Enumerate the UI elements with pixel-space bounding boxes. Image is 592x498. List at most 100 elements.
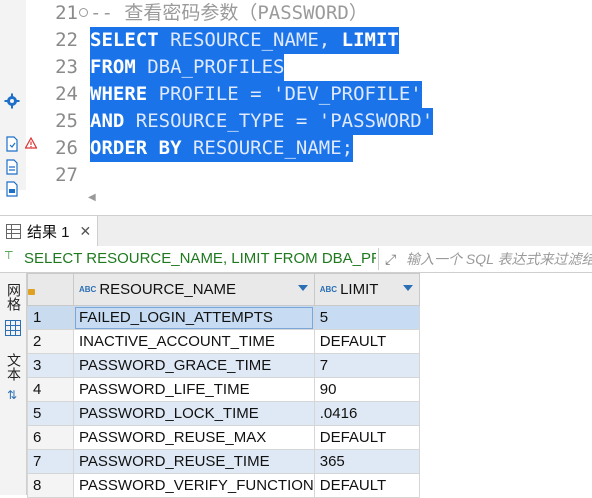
warning-icon	[25, 137, 37, 149]
sql-token: RESOURCE_TYPE = 'PASSWORD'	[124, 110, 434, 132]
table-row[interactable]: 7 PASSWORD_REUSE_TIME 365	[27, 449, 420, 474]
sql-keyword: LIMIT	[341, 29, 399, 51]
cell-limit[interactable]: 365	[313, 449, 420, 474]
editor-line[interactable]: 24 WHERE PROFILE = 'DEV_PROFILE'	[40, 81, 592, 108]
row-number[interactable]: 8	[27, 473, 74, 498]
sort-arrow-icon[interactable]	[297, 285, 308, 291]
code-text: FROM DBA_PROFILES	[90, 54, 285, 81]
filter-bar: ⊤ SELECT RESOURCE_NAME, LIMIT FROM DBA_P…	[0, 246, 592, 273]
scroll-left-arrow-icon[interactable]: ◀	[88, 192, 98, 203]
cell-limit[interactable]: DEFAULT	[313, 425, 420, 450]
sql-keyword: AND	[90, 110, 125, 132]
filter-input[interactable]: 输入一个 SQL 表达式来过滤结果	[406, 248, 592, 270]
row-number[interactable]: 2	[27, 329, 74, 354]
tab-label: 结果 1	[27, 223, 70, 241]
row-number[interactable]: 1	[27, 305, 74, 330]
tab-result-1[interactable]: 结果 1 ✕	[0, 216, 99, 246]
file-icon[interactable]	[4, 159, 20, 175]
result-grid: ABC RESOURCE_NAME ABC LIMIT 1 FAILED_LOGI…	[27, 273, 420, 498]
column-label: LIMIT	[340, 281, 379, 298]
text-type-icon: ABC	[79, 285, 97, 294]
script-file-icon[interactable]	[4, 136, 20, 152]
code-text: SELECT RESOURCE_NAME, LIMIT	[90, 27, 399, 54]
cell-resource-name[interactable]: PASSWORD_LIFE_TIME	[73, 377, 315, 402]
editor-line[interactable]: 21 -- 查看密码参数（PASSWORD）	[40, 0, 592, 27]
code-text: ORDER BY RESOURCE_NAME;	[90, 135, 354, 162]
cell-resource-name[interactable]: PASSWORD_REUSE_TIME	[73, 449, 315, 474]
fold-toggle-icon[interactable]	[79, 8, 88, 17]
row-number-header[interactable]	[27, 273, 74, 306]
code-text: AND RESOURCE_TYPE = 'PASSWORD'	[90, 108, 434, 135]
column-header-limit[interactable]: ABC LIMIT	[313, 273, 420, 306]
result-tabs-bar: 结果 1 ✕	[0, 215, 592, 247]
table-row[interactable]: 3 PASSWORD_GRACE_TIME 7	[27, 353, 420, 378]
sql-token: PROFILE = 'DEV_PROFILE'	[147, 83, 422, 105]
text-type-icon: ABC	[319, 285, 338, 294]
sql-token: RESOURCE_NAME,	[158, 29, 342, 51]
table-row[interactable]: 8 PASSWORD_VERIFY_FUNCTION DEFAULT	[27, 473, 420, 498]
sql-keyword: SELECT	[90, 29, 159, 51]
tab-grid-view[interactable]: 网格	[3, 283, 23, 311]
grid-header-row: ABC RESOURCE_NAME ABC LIMIT	[27, 273, 420, 306]
code-text: WHERE PROFILE = 'DEV_PROFILE'	[90, 81, 422, 108]
tab-text-view[interactable]: 文本	[3, 353, 23, 381]
cell-limit[interactable]: 5	[313, 305, 420, 330]
sql-keyword: ORDER BY	[90, 137, 182, 159]
cell-resource-name[interactable]: INACTIVE_ACCOUNT_TIME	[73, 329, 315, 354]
cell-resource-name[interactable]: PASSWORD_REUSE_MAX	[73, 425, 315, 450]
table-row[interactable]: 1 FAILED_LOGIN_ATTEMPTS 5	[27, 305, 420, 330]
column-header-resource-name[interactable]: ABC RESOURCE_NAME	[73, 273, 315, 306]
close-icon[interactable]: ✕	[80, 223, 92, 240]
sql-editor[interactable]: 21 -- 查看密码参数（PASSWORD） 22 SELECT RESOURCE_N…	[40, 0, 592, 190]
editor-line[interactable]: 25 AND RESOURCE_TYPE = 'PASSWORD'	[40, 108, 592, 135]
editor-line[interactable]: 26 ORDER BY RESOURCE_NAME;	[40, 135, 592, 162]
table-row[interactable]: 5 PASSWORD_LOCK_TIME .0416	[27, 401, 420, 426]
result-view-switcher: 网格 文本	[0, 273, 27, 495]
editor-left-toolbar	[0, 0, 26, 197]
cell-limit[interactable]: DEFAULT	[313, 473, 420, 498]
sql-keyword: FROM	[90, 56, 136, 78]
filter-icon[interactable]: ⊤	[4, 249, 14, 262]
table-row[interactable]: 4 PASSWORD_LIFE_TIME 90	[27, 377, 420, 402]
line-number: 21	[55, 2, 78, 24]
table-row[interactable]: 2 INACTIVE_ACCOUNT_TIME DEFAULT	[27, 329, 420, 354]
line-number: 24	[55, 83, 78, 105]
row-number[interactable]: 4	[27, 377, 74, 402]
table-row[interactable]: 6 PASSWORD_REUSE_MAX DEFAULT	[27, 425, 420, 450]
row-number[interactable]: 7	[27, 449, 74, 474]
sql-token: RESOURCE_NAME;	[181, 137, 354, 159]
sql-token: DBA_PROFILES	[135, 56, 285, 78]
cell-limit[interactable]: 7	[313, 353, 420, 378]
expand-icon[interactable]: ⤢	[385, 251, 396, 268]
divider	[378, 248, 379, 270]
cell-resource-name[interactable]: PASSWORD_VERIFY_FUNCTION	[73, 473, 315, 498]
row-number[interactable]: 3	[27, 353, 74, 378]
editor-line[interactable]: 22 SELECT RESOURCE_NAME, LIMIT	[40, 27, 592, 54]
sql-file-icon[interactable]	[4, 181, 20, 197]
lock-icon	[28, 289, 35, 295]
sql-comment: -- 查看密码参数（PASSWORD）	[90, 2, 368, 24]
line-number: 22	[55, 29, 78, 51]
cell-resource-name[interactable]: FAILED_LOGIN_ATTEMPTS	[73, 305, 315, 330]
cell-limit[interactable]: .0416	[313, 401, 420, 426]
row-number[interactable]: 6	[27, 425, 74, 450]
cell-limit[interactable]: 90	[313, 377, 420, 402]
editor-line[interactable]: 23 FROM DBA_PROFILES	[40, 54, 592, 81]
line-number: 23	[55, 56, 78, 78]
grid-view-icon[interactable]	[5, 320, 21, 336]
sql-keyword: WHERE	[90, 83, 148, 105]
code-text: -- 查看密码参数（PASSWORD）	[90, 0, 368, 27]
executed-query-text: SELECT RESOURCE_NAME, LIMIT FROM DBA_PRO…	[24, 250, 376, 267]
editor-line[interactable]: 27	[40, 162, 592, 189]
grid-icon	[6, 223, 21, 239]
switch-arrows-icon[interactable]: ⇅	[7, 388, 17, 402]
settings-gear-icon[interactable]	[4, 93, 20, 109]
column-label: RESOURCE_NAME	[99, 281, 237, 298]
cell-resource-name[interactable]: PASSWORD_GRACE_TIME	[73, 353, 315, 378]
row-number[interactable]: 5	[27, 401, 74, 426]
sort-arrow-icon[interactable]	[402, 285, 413, 291]
cell-resource-name[interactable]: PASSWORD_LOCK_TIME	[73, 401, 315, 426]
cell-limit[interactable]: DEFAULT	[313, 329, 420, 354]
line-number: 27	[55, 164, 78, 186]
line-number: 25	[55, 110, 78, 132]
